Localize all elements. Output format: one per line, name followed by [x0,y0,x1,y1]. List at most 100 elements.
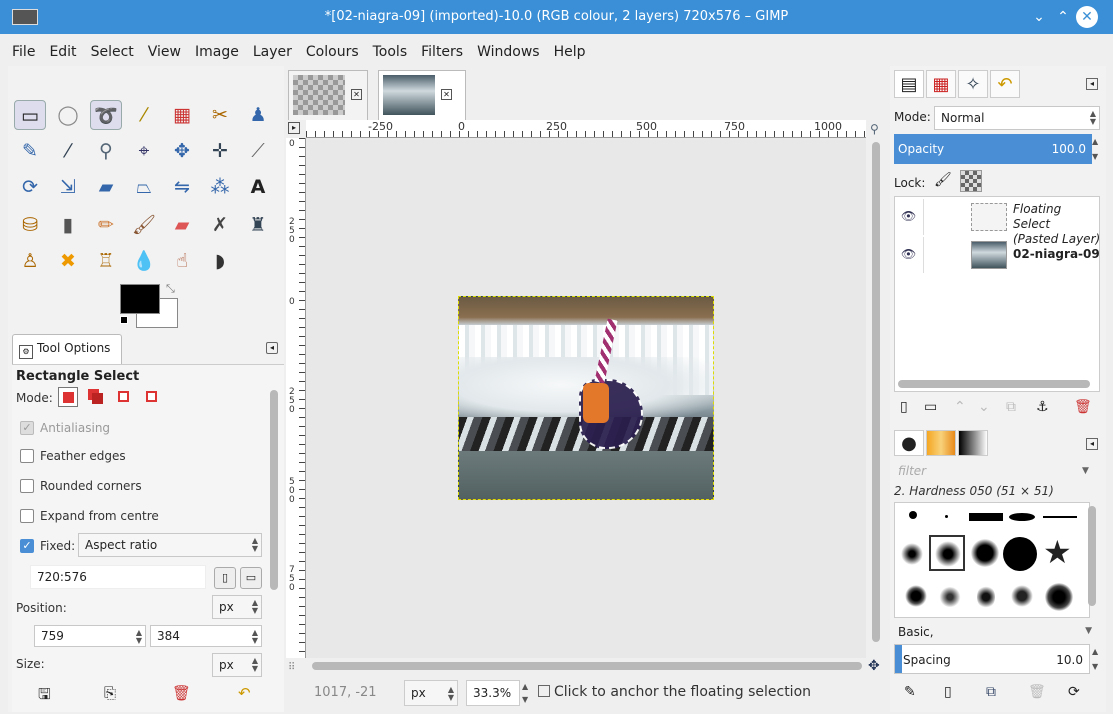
color-picker-tool-icon[interactable]: ⁄ [52,136,84,166]
move-tool-icon[interactable]: ✥ [166,136,198,166]
chevron-down-icon[interactable]: ▼ [1082,466,1089,476]
brush-item[interactable] [1045,583,1073,611]
new-layer-icon[interactable]: ▯ [900,399,908,415]
menu-layer[interactable]: Layer [253,44,292,60]
panel-menu-icon[interactable]: ◂ [1086,438,1098,450]
edit-brush-icon[interactable]: ✎ [904,684,916,700]
zoom-image-icon[interactable]: ⚲ [870,122,879,136]
panel-menu-icon[interactable]: ◂ [1086,78,1098,90]
default-colors-icon[interactable] [120,316,128,324]
crop-tool-icon[interactable]: ⟋ [242,136,274,166]
tab-patterns[interactable] [926,430,956,456]
brush-item[interactable] [909,511,917,519]
tab-layers[interactable]: ▤ [894,70,924,98]
tab-gradients[interactable] [958,430,988,456]
airbrush-tool-icon[interactable]: ✗ [204,210,236,240]
layer-mode-select[interactable]: Normal ▲ ▼ [934,106,1100,130]
scissors-tool-icon[interactable]: ✂ [204,100,236,130]
menu-file[interactable]: File [12,44,35,60]
menu-tools[interactable]: Tools [373,44,408,60]
star-brush-icon[interactable]: ★ [1043,535,1072,569]
menu-help[interactable]: Help [554,44,586,60]
paths-tool-icon[interactable]: ✎ [14,136,46,166]
zoom-tool-icon[interactable]: ⚲ [90,136,122,166]
navigate-icon[interactable]: ✥ [868,658,880,674]
tab-tool-options[interactable]: ⚙ Tool Options [12,334,122,364]
layers-scrollbar[interactable] [898,380,1090,388]
layer-name[interactable]: 02-niagra-09 [1013,247,1100,262]
spacing-spin-icon[interactable]: ▲ ▼ [1092,644,1102,674]
vertical-scrollbar[interactable] [872,142,880,642]
bucket-fill-tool-icon[interactable]: ⛁ [14,210,46,240]
tool-options-scrollbar[interactable] [270,390,278,590]
brush-item[interactable] [969,513,1003,521]
quick-mask-icon[interactable]: ⠿ [288,662,295,673]
brush-item[interactable] [971,539,999,567]
brush-item[interactable] [977,585,995,609]
new-layer-group-icon[interactable]: ▭ [924,399,937,415]
pencil-tool-icon[interactable]: ✏ [90,210,122,240]
opacity-spin-icon[interactable]: ▲ ▼ [1092,134,1102,164]
fuzzy-select-tool-icon[interactable]: ⁄ [128,100,160,130]
canvas-menu-icon[interactable]: ▸ [288,122,300,134]
menu-filters[interactable]: Filters [421,44,463,60]
measure-tool-icon[interactable]: ⌖ [128,136,160,166]
position-unit-select[interactable]: px ▲ ▼ [212,595,262,619]
minimize-icon[interactable]: ⌄ [1028,6,1050,28]
zoom-field[interactable]: 33.3% [466,680,520,706]
brush-item[interactable] [1011,585,1033,607]
save-options-icon[interactable]: 🖫 [38,684,51,709]
free-select-tool-icon[interactable]: ➰ [90,100,122,130]
cage-transform-tool-icon[interactable]: ⁂ [204,172,236,202]
brush-preset-select[interactable]: Basic, ▼ [894,622,1100,642]
layer-row[interactable]: 👁 02-niagra-09 [895,237,1101,273]
antialiasing-checkbox[interactable]: ✓ [20,421,34,435]
brush-filter-input[interactable]: filter [894,464,1100,482]
landscape-button[interactable]: ▭ [240,567,262,589]
select-by-color-tool-icon[interactable]: ▦ [166,100,198,130]
foreground-select-tool-icon[interactable]: ♟ [242,100,274,130]
maximize-icon[interactable]: ⌃ [1052,6,1074,28]
menu-edit[interactable]: Edit [49,44,76,60]
smudge-tool-icon[interactable]: ☝ [166,246,198,276]
close-icon[interactable]: ✕ [441,89,452,100]
unit-select[interactable]: px ▲ ▼ [404,680,458,706]
duplicate-layer-icon[interactable]: ⧉ [1006,399,1016,415]
text-tool-icon[interactable]: A [242,172,274,202]
mode-intersect-button[interactable] [142,387,162,407]
ink-tool-icon[interactable]: ♜ [242,210,274,240]
eye-icon[interactable]: 👁 [901,209,916,223]
delete-brush-icon[interactable]: 🗑 [1028,684,1046,700]
brush-item[interactable] [905,585,927,607]
delete-layer-icon[interactable]: 🗑 [1074,399,1092,415]
image-niagara-falls[interactable] [458,296,714,500]
ellipse-select-tool-icon[interactable]: ◯ [52,100,84,130]
rect-select-tool-icon[interactable]: ▭ [14,100,46,130]
eraser-tool-icon[interactable]: ▰ [166,210,198,240]
flip-tool-icon[interactable]: ⇋ [166,172,198,202]
panel-menu-icon[interactable]: ◂ [266,342,278,354]
mode-replace-button[interactable] [58,387,78,407]
brushes-scrollbar[interactable] [1088,506,1096,606]
restore-options-icon[interactable]: ⎘ [104,684,116,702]
lower-layer-icon[interactable]: ⌄ [978,399,990,415]
brush-item[interactable] [1003,537,1037,571]
clone-tool-icon[interactable]: ♙ [14,246,46,276]
image-tab-2[interactable]: ✕ [378,70,466,120]
mode-subtract-button[interactable] [114,387,134,407]
menu-image[interactable]: Image [195,44,239,60]
perspective-tool-icon[interactable]: ⏢ [128,172,160,202]
position-y-field[interactable]: 384 ▲ ▼ [150,625,262,647]
menu-windows[interactable]: Windows [477,44,540,60]
tab-undo-history[interactable]: ↶ [990,70,1020,98]
expand-from-centre-checkbox[interactable] [20,509,34,523]
dodge-burn-tool-icon[interactable]: ◗ [204,246,236,276]
menu-view[interactable]: View [148,44,181,60]
horizontal-scrollbar[interactable] [312,662,862,670]
brush-item[interactable] [945,515,948,518]
align-tool-icon[interactable]: ✛ [204,136,236,166]
paintbrush-tool-icon[interactable]: 🖌 [128,210,160,240]
menu-colours[interactable]: Colours [306,44,359,60]
new-brush-icon[interactable]: ▯ [944,684,952,700]
brush-item[interactable] [939,587,961,607]
